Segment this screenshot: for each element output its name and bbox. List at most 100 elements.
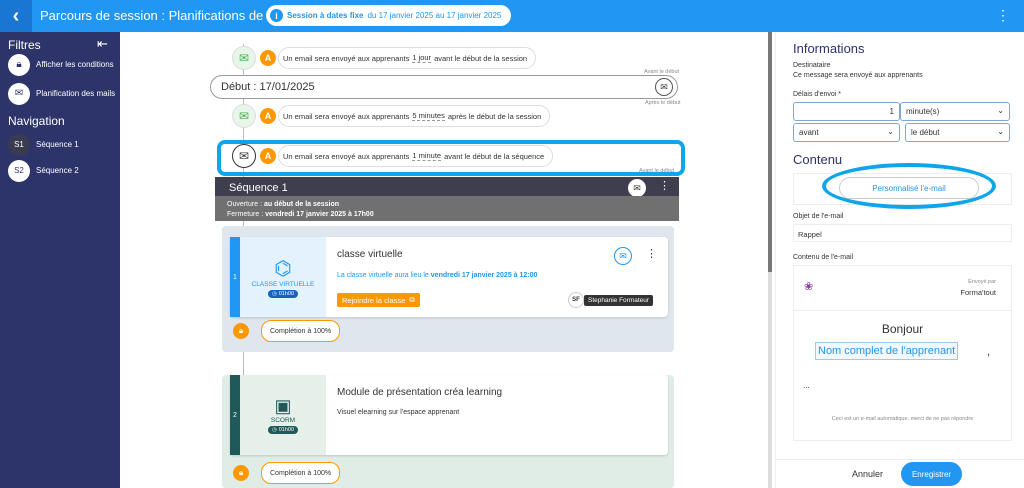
auto-badge: A: [260, 50, 276, 66]
top-bar: ‹ Parcours de session : Planifications d…: [0, 0, 1024, 32]
scrollbar-thumb[interactable]: [768, 32, 772, 272]
duration-badge: ◷ 01h00: [267, 426, 299, 434]
nav-item-sequence-1[interactable]: S1 Séquence 1: [8, 134, 79, 156]
mail-notification-1[interactable]: ✉ A Un email sera envoyé aux apprenants 1…: [232, 46, 537, 70]
duration-value: 01h00: [278, 427, 295, 433]
notif-suffix: après le début de la session: [447, 111, 542, 121]
closing-row: Fermeture : vendredi 17 janvier 2025 à 1…: [227, 210, 679, 220]
panel-footer: Annuler Enregistrer: [776, 459, 1024, 488]
session-dates: du 17 janvier 2025 au 17 janvier 2025: [367, 11, 502, 20]
logo-icon: ❀: [804, 281, 814, 293]
join-label: Rejoindre la classe: [342, 295, 406, 305]
nav-badge: S2: [8, 160, 30, 182]
desc-prefix: La classe virtuelle aura lieu le: [337, 272, 429, 279]
duration-badge: ◷ 01h00: [267, 290, 299, 298]
more-menu-icon[interactable]: ⋮: [996, 7, 1010, 24]
module-card-2[interactable]: 2 ▣ SCORM ◷ 01h00 Module de présentation…: [230, 375, 668, 455]
filters-heading: Filtres: [8, 38, 41, 52]
position-select[interactable]: avant ⌄: [793, 123, 900, 142]
closing-label: Fermeture :: [227, 211, 264, 218]
delay-unit-select[interactable]: minute(s) ⌄: [900, 102, 1010, 121]
sequence-header: Séquence 1 ✉ ⋮ Ouverture : au début de l…: [215, 177, 679, 221]
mail-icon: ✉: [8, 83, 30, 105]
trainer-tag: SF Stephanie Formateur: [568, 292, 654, 308]
nav-label: Séquence 1: [36, 140, 79, 149]
notif-delay: 5 minutes: [412, 111, 445, 121]
nav-label: Séquence 2: [36, 166, 79, 175]
sequence-dates: Ouverture : au début de la session Ferme…: [215, 196, 679, 221]
preview-divider: [794, 310, 1011, 311]
notification-text: Un email sera envoyé aux apprenants 1 jou…: [278, 47, 537, 69]
desc-date: vendredi 17 janvier 2025 à 12:00: [430, 272, 538, 279]
sequence-more-icon[interactable]: ⋮: [659, 179, 670, 192]
opening-value: au début de la session: [263, 201, 340, 208]
info-panel: Informations Destinataire Ce message ser…: [775, 32, 1024, 488]
notif-prefix: Un email sera envoyé aux apprenants: [283, 53, 410, 63]
subject-input[interactable]: Rappel: [793, 224, 1012, 242]
unit-value: minute(s): [906, 107, 940, 116]
comma: ,: [987, 346, 991, 358]
module-number: 1: [230, 237, 240, 317]
delay-label: Délais d'envoi *: [793, 91, 842, 98]
module-more-icon[interactable]: ⋮: [646, 247, 657, 260]
auto-email-note: Ceci est un e-mail automatique, merci de…: [831, 416, 974, 422]
position-value: avant: [799, 128, 819, 137]
nav-badge: S1: [8, 134, 30, 156]
ellipsis: ...: [803, 381, 810, 390]
virtual-class-icon: ⌬: [274, 258, 292, 280]
info-icon: i: [270, 9, 283, 22]
mail-notification-2[interactable]: ✉ A Un email sera envoyé aux apprenants 5…: [232, 104, 551, 128]
add-mail-icon[interactable]: ✉: [655, 78, 673, 96]
opening-label: Ouverture :: [227, 201, 263, 208]
session-dates-pill: i Session à dates fixe du 17 janvier 202…: [266, 5, 512, 26]
scrollbar[interactable]: [768, 32, 772, 488]
notification-text: Un email sera envoyé aux apprenants 5 min…: [278, 105, 551, 127]
opening-row: Ouverture : au début de la session: [227, 200, 679, 210]
chevron-left-icon: ‹: [12, 4, 20, 27]
back-button[interactable]: ‹: [0, 0, 32, 32]
trainer-avatar: SF: [568, 292, 584, 308]
module-mail-icon[interactable]: ✉: [614, 247, 632, 265]
completion-1: 🔒︎ Complétion à 100%: [233, 320, 341, 342]
module-type: ⌬ CLASSE VIRTUELLE ◷ 01h00: [240, 237, 326, 317]
module-title: Module de présentation créa learning: [337, 387, 503, 398]
greeting: Bonjour: [881, 322, 924, 336]
after-start-label: Après le début: [645, 100, 681, 106]
navigation-heading: Navigation: [8, 114, 65, 128]
start-date-label: Début : 17/01/2025: [221, 81, 315, 93]
notif-suffix: avant le début de la session: [434, 53, 528, 63]
delay-value-input[interactable]: 1: [793, 102, 900, 121]
lock-icon: 🔒︎: [233, 465, 249, 481]
sidebar: Filtres ⇤ 🔒︎ Afficher les conditions ✉ P…: [0, 32, 120, 488]
save-button[interactable]: Enregistrer: [901, 462, 962, 486]
chevron-down-icon: ⌄: [997, 106, 1004, 115]
sender-name: Forma'tout: [960, 288, 996, 297]
module-type: ▣ SCORM ◷ 01h00: [240, 375, 326, 455]
nav-item-sequence-2[interactable]: S2 Séquence 2: [8, 160, 79, 182]
filter-show-conditions[interactable]: 🔒︎ Afficher les conditions: [8, 54, 114, 76]
module-title: classe virtuelle: [337, 249, 403, 260]
completion-label: Complétion à 100%: [261, 320, 341, 342]
selected-highlight: [217, 140, 685, 176]
module-type-label: SCORM: [270, 417, 296, 424]
completion-2: 🔒︎ Complétion à 100%: [233, 462, 341, 484]
duration-value: 01h00: [278, 291, 295, 297]
notif-delay: 1 jour: [412, 53, 432, 63]
cancel-button[interactable]: Annuler: [852, 469, 883, 479]
learner-name-tag[interactable]: Nom complet de l'apprenant: [815, 342, 959, 360]
module-description: La classe virtuelle aura lieu le vendred…: [337, 272, 537, 279]
collapse-sidebar-icon[interactable]: ⇤: [97, 36, 108, 52]
completion-label: Complétion à 100%: [261, 462, 341, 484]
trainer-name: Stephanie Formateur: [584, 294, 654, 306]
module-card-1[interactable]: 1 ⌬ CLASSE VIRTUELLE ◷ 01h00 classe virt…: [230, 237, 668, 317]
sequence-mail-icon[interactable]: ✉: [628, 179, 646, 197]
reference-value: le début: [911, 128, 940, 137]
filter-label: Afficher les conditions: [36, 60, 114, 69]
join-class-button[interactable]: Rejoindre la classe ⧉: [337, 293, 420, 307]
email-preview[interactable]: ❀ Envoyé par Forma'tout Bonjour Nom comp…: [793, 265, 1012, 441]
mail-sent-icon: ✉: [232, 46, 256, 70]
lock-icon: 🔒︎: [233, 323, 249, 339]
reference-select[interactable]: le début ⌄: [905, 123, 1010, 142]
filter-mail-planning[interactable]: ✉ Planification des mails: [8, 83, 118, 105]
filter-label: Planification des mails: [36, 89, 116, 98]
